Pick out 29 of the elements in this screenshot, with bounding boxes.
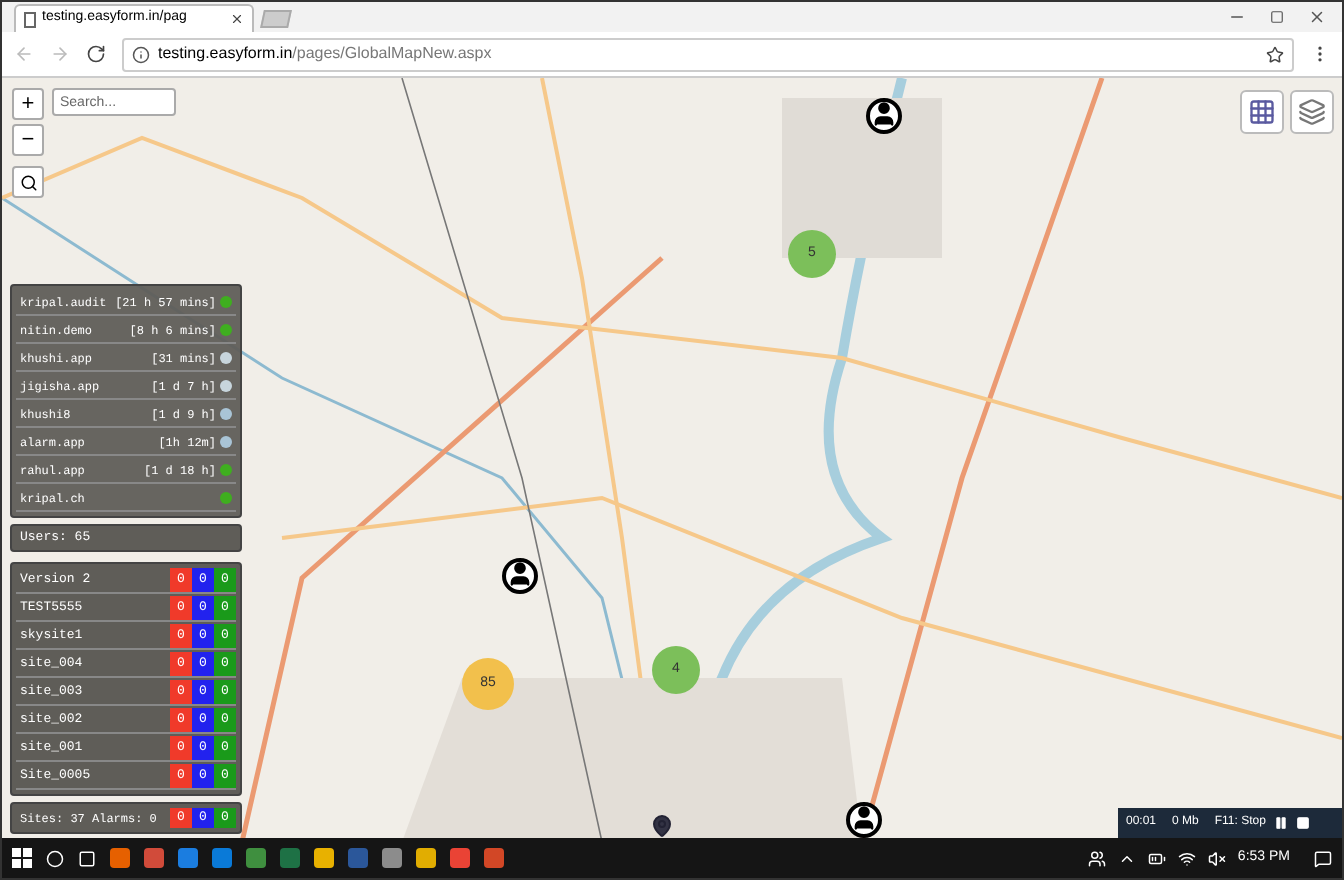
layers-icon <box>1298 98 1326 126</box>
info-icon <box>132 45 150 63</box>
windows-logo-icon[interactable] <box>12 848 32 868</box>
wifi-icon[interactable] <box>1177 849 1196 867</box>
reload-icon[interactable] <box>86 44 106 64</box>
people-icon[interactable] <box>1087 849 1106 867</box>
grid-icon <box>1248 98 1276 126</box>
page-icon <box>24 11 36 27</box>
address-bar[interactable]: testing.easyform.in/pages/GlobalMapNew.aspx <box>122 37 1294 71</box>
search-button[interactable] <box>12 166 44 198</box>
layers-button[interactable] <box>1290 90 1334 134</box>
grid-layer-button[interactable] <box>1240 90 1284 134</box>
pause-icon[interactable] <box>1273 816 1288 830</box>
person-marker-icon[interactable] <box>502 558 538 594</box>
url-text: testing.easyform.in/pages/GlobalMapNew.aspx <box>158 42 492 66</box>
close-icon[interactable] <box>230 12 244 26</box>
task-view-icon[interactable] <box>78 849 96 867</box>
battery-icon[interactable] <box>1147 849 1166 867</box>
zoom-in-button[interactable]: + <box>12 88 44 120</box>
search-circle-icon[interactable] <box>46 849 64 867</box>
search-icon <box>19 173 37 191</box>
muted-speaker-icon[interactable] <box>1207 849 1226 867</box>
notification-icon[interactable] <box>1314 849 1332 867</box>
restore-icon[interactable] <box>1270 10 1284 24</box>
bookmark-star-icon[interactable] <box>1266 45 1284 63</box>
stop-icon[interactable] <box>1295 816 1310 830</box>
zoom-out-button[interactable]: − <box>12 124 44 156</box>
map-pin-icon[interactable] <box>650 812 674 838</box>
close-icon[interactable] <box>1308 8 1326 26</box>
